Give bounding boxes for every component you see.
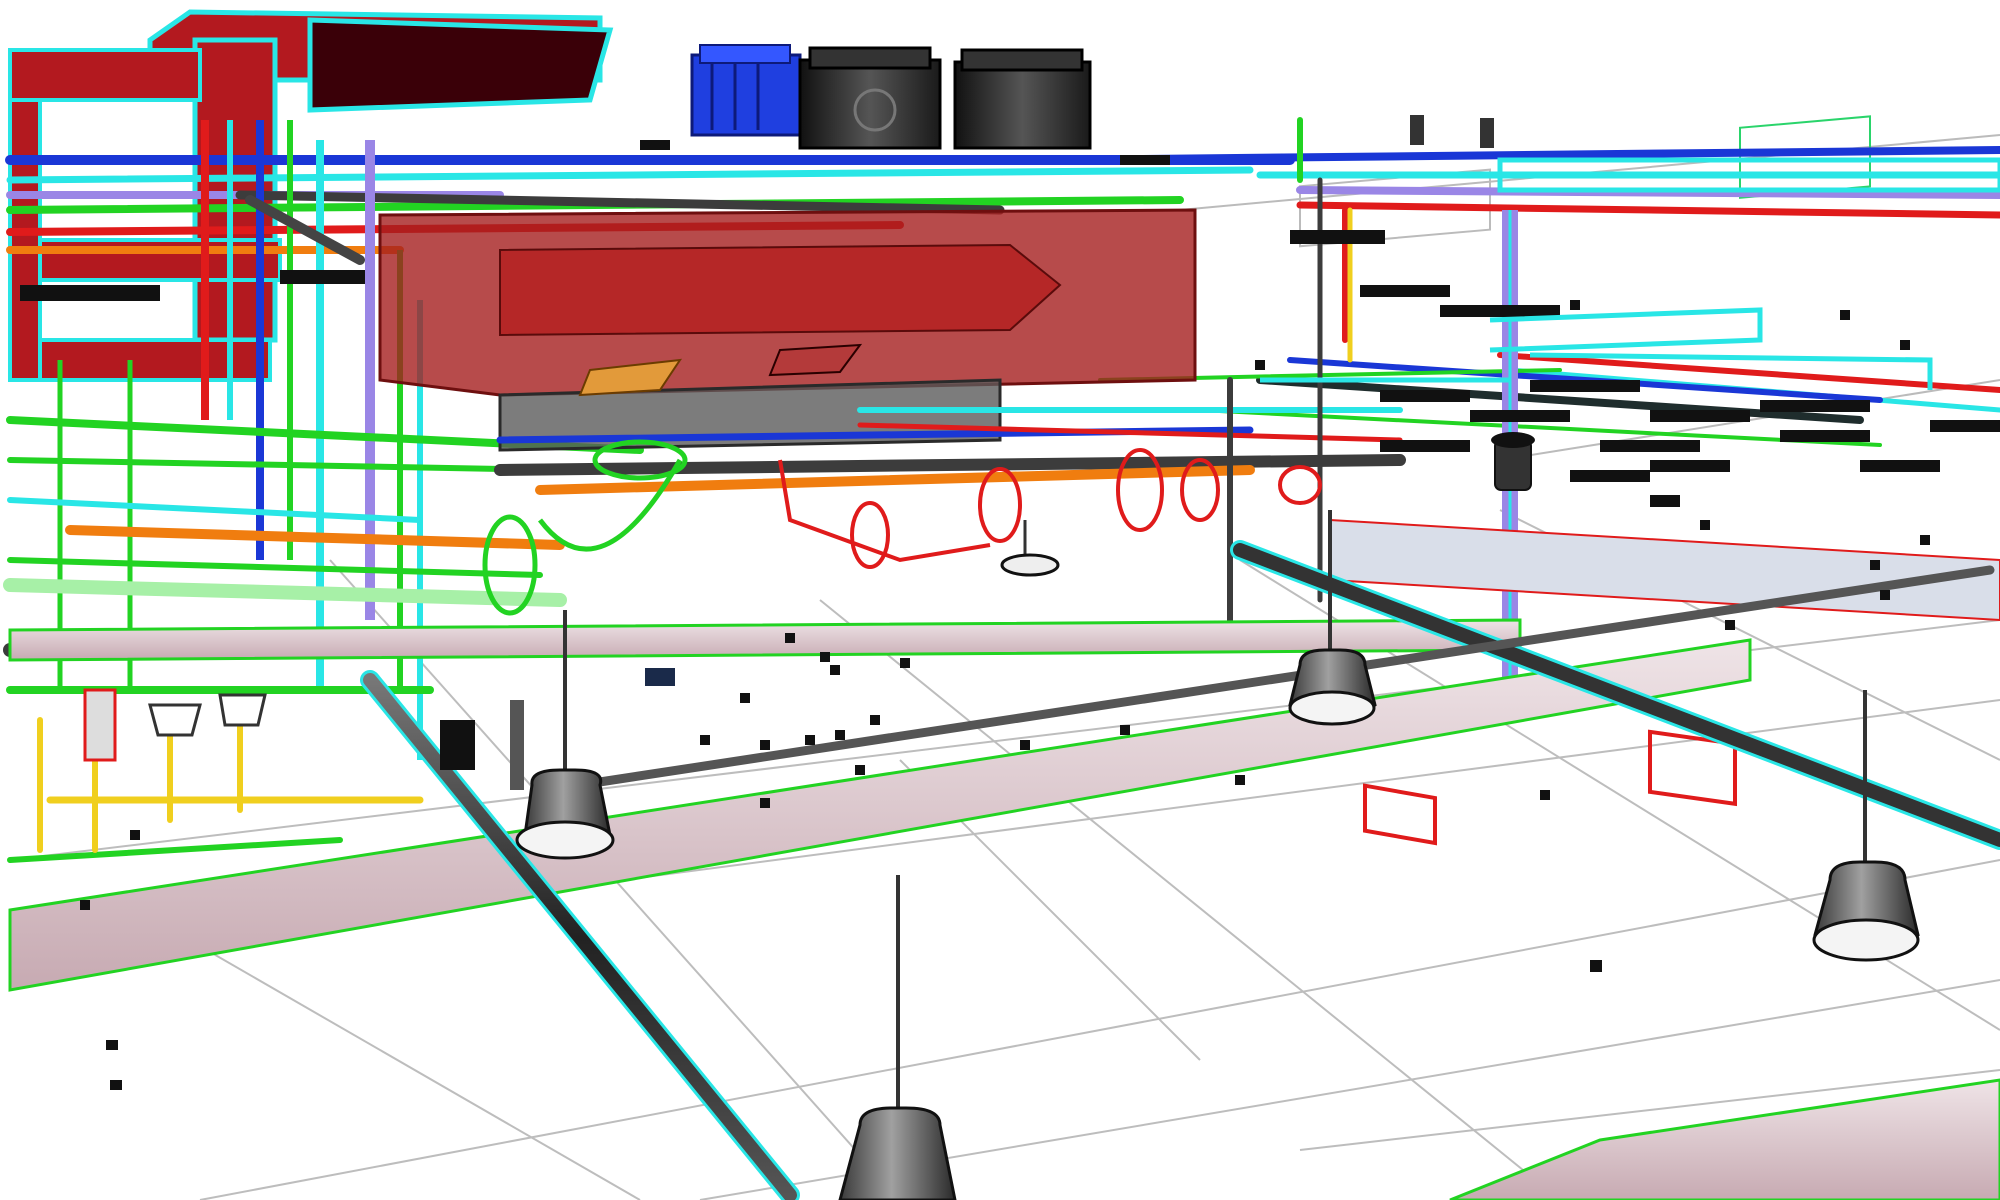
- pendant-light-3[interactable]: [1812, 690, 1920, 962]
- chiller-unit-1[interactable]: [798, 46, 942, 150]
- pendant-light-4[interactable]: [838, 875, 957, 1200]
- cable-tray-runs: [8, 518, 2000, 1200]
- rooftop-pump-group[interactable]: [690, 44, 802, 137]
- pendant-light-5[interactable]: [1000, 520, 1060, 577]
- mep-3d-scene: [3, 9, 2000, 1200]
- air-handling-unit-translucent[interactable]: [378, 208, 1197, 452]
- chiller-unit-2[interactable]: [953, 48, 1092, 150]
- model-viewport[interactable]: [0, 0, 2000, 1200]
